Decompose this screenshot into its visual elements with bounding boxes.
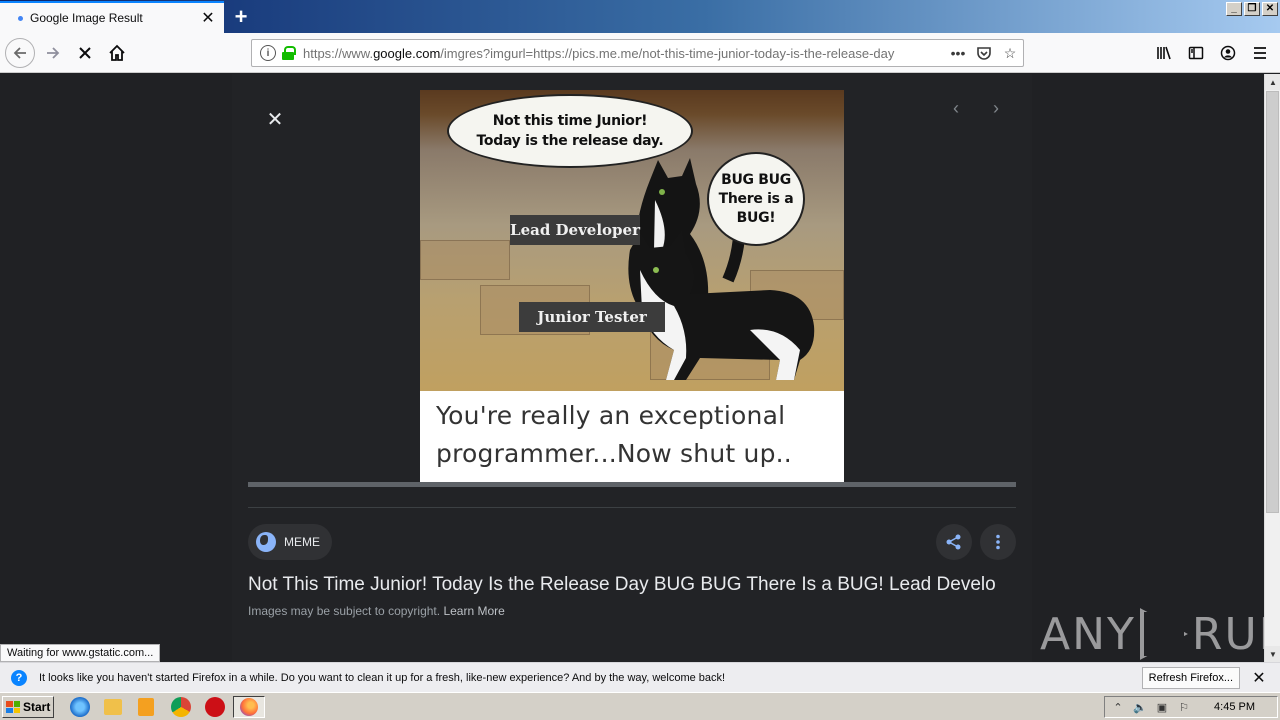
media-player-icon[interactable] xyxy=(138,698,154,716)
lead-developer-label: Lead Developer xyxy=(510,215,640,245)
opera-icon[interactable] xyxy=(205,697,225,717)
caption-line: You're really an exceptional xyxy=(436,401,786,430)
lock-icon[interactable] xyxy=(282,46,296,60)
bookmark-star-icon[interactable]: ☆ xyxy=(997,41,1023,65)
bubble-text: BUG BUG xyxy=(721,171,791,188)
refresh-notification-bar: ? It looks like you haven't started Fire… xyxy=(0,662,1280,692)
clock[interactable]: 4:45 PM xyxy=(1214,701,1255,713)
volume-icon[interactable]: 🔈 xyxy=(1133,700,1147,714)
speech-bubble-junior: BUG BUG There is a BUG! xyxy=(707,152,805,246)
copyright-notice: Images may be subject to copyright. Lear… xyxy=(248,604,505,618)
more-vert-icon xyxy=(996,534,1000,550)
meme-image[interactable]: Not this time Junior! Today is the relea… xyxy=(420,90,844,483)
vertical-scrollbar[interactable]: ▲ ▼ xyxy=(1264,74,1280,662)
image-viewer-panel: ✕ ‹ › Not this time Junior! Today is the… xyxy=(232,74,1032,662)
tab-close-icon[interactable]: ✕ xyxy=(198,8,218,28)
scroll-thumb[interactable] xyxy=(1266,91,1279,513)
navigation-toolbar: i https://www.google.com/imgres?imgurl=h… xyxy=(0,33,1280,73)
source-label: MEME xyxy=(284,535,320,549)
forward-arrow-icon xyxy=(47,47,60,59)
meme-photo: Not this time Junior! Today is the relea… xyxy=(420,90,844,391)
window-close-button[interactable]: ✕ xyxy=(1262,2,1278,16)
page-content: ✕ ‹ › Not this time Junior! Today is the… xyxy=(0,74,1264,662)
anyrun-watermark: ANY RUN xyxy=(1040,608,1264,660)
globe-icon xyxy=(256,532,276,552)
start-label: Start xyxy=(23,700,51,714)
play-icon xyxy=(1139,608,1188,660)
taskbar-firefox-button[interactable] xyxy=(233,696,265,718)
toolbar-right xyxy=(1150,39,1274,67)
browser-tab[interactable]: Google Image Result ✕ xyxy=(0,1,224,33)
chevron-left-icon[interactable]: ‹ xyxy=(944,96,968,120)
forward-button[interactable] xyxy=(39,39,67,67)
junior-tester-label: Junior Tester xyxy=(519,302,665,332)
chrome-icon[interactable] xyxy=(171,697,191,717)
close-viewer-icon[interactable]: ✕ xyxy=(262,106,288,132)
account-icon[interactable] xyxy=(1214,39,1242,67)
hamburger-menu-icon[interactable] xyxy=(1246,39,1274,67)
bubble-text: Today is the release day. xyxy=(476,133,664,149)
url-text[interactable]: https://www.google.com/imgres?imgurl=htt… xyxy=(303,46,945,61)
stop-icon xyxy=(79,47,91,59)
chevron-right-icon[interactable]: › xyxy=(984,96,1008,120)
notification-text: It looks like you haven't started Firefo… xyxy=(39,671,726,684)
divider xyxy=(248,507,1016,508)
folder-icon[interactable] xyxy=(104,699,122,715)
window-titlebar: Google Image Result ✕ + _ ❐ ✕ xyxy=(0,0,1280,33)
library-icon[interactable] xyxy=(1150,39,1178,67)
result-title[interactable]: Not This Time Junior! Today Is the Relea… xyxy=(248,574,1016,596)
info-icon[interactable]: i xyxy=(260,45,276,61)
share-icon xyxy=(946,534,961,550)
bubble-text: BUG! xyxy=(736,209,776,226)
page-actions-icon[interactable]: ••• xyxy=(945,41,971,65)
internet-explorer-icon[interactable] xyxy=(70,697,90,717)
more-options-button[interactable] xyxy=(980,524,1016,560)
window-controls: _ ❐ ✕ xyxy=(1226,2,1278,16)
caption-line: programmer...Now shut up.. xyxy=(436,439,792,468)
status-bar: Waiting for www.gstatic.com... xyxy=(0,644,161,662)
refresh-firefox-button[interactable]: Refresh Firefox... xyxy=(1141,666,1240,689)
url-bar[interactable]: i https://www.google.com/imgres?imgurl=h… xyxy=(251,39,1024,67)
network-icon[interactable]: ▣ xyxy=(1155,700,1169,714)
start-button[interactable]: Start xyxy=(2,696,54,718)
notification-close-icon[interactable]: ✕ xyxy=(1250,669,1268,687)
bubble-text: Not this time Junior! xyxy=(492,113,648,129)
watermark-text-right: RUN xyxy=(1191,608,1264,660)
learn-more-link[interactable]: Learn More xyxy=(443,604,504,618)
action-center-flag-icon[interactable]: ⚐ xyxy=(1177,700,1191,714)
back-arrow-icon xyxy=(13,47,26,59)
scroll-up-icon[interactable]: ▲ xyxy=(1265,74,1280,90)
firefox-icon xyxy=(240,698,258,716)
windows-taskbar: Start ⌃ 🔈 ▣ ⚐ 4:45 PM xyxy=(0,692,1280,720)
floor-tile xyxy=(420,240,510,280)
home-icon xyxy=(109,44,125,61)
sidebar-icon[interactable] xyxy=(1182,39,1210,67)
new-tab-button[interactable]: + xyxy=(228,4,254,30)
pocket-icon[interactable] xyxy=(971,41,997,65)
stop-loading-button[interactable] xyxy=(71,39,99,67)
windows-logo-icon xyxy=(6,701,20,713)
watermark-text-left: ANY xyxy=(1040,608,1136,660)
copyright-text: Images may be subject to copyright. xyxy=(248,604,441,618)
speech-bubble-lead: Not this time Junior! Today is the relea… xyxy=(447,94,693,168)
image-loading-bar xyxy=(248,482,1016,487)
tab-title: Google Image Result xyxy=(30,11,143,25)
tray-expand-icon[interactable]: ⌃ xyxy=(1111,700,1125,714)
bubble-text: There is a xyxy=(718,190,794,207)
google-favicon-icon xyxy=(12,10,28,26)
help-icon: ? xyxy=(11,669,27,686)
back-button[interactable] xyxy=(5,38,35,68)
system-tray: ⌃ 🔈 ▣ ⚐ 4:45 PM xyxy=(1104,696,1278,718)
share-button[interactable] xyxy=(936,524,972,560)
restore-button[interactable]: ❐ xyxy=(1244,2,1260,16)
home-button[interactable] xyxy=(103,39,131,67)
meme-caption: You're really an exceptional programmer.… xyxy=(420,391,844,483)
source-chip[interactable]: MEME xyxy=(248,524,332,560)
scroll-down-icon[interactable]: ▼ xyxy=(1265,646,1280,662)
minimize-button[interactable]: _ xyxy=(1226,2,1242,16)
